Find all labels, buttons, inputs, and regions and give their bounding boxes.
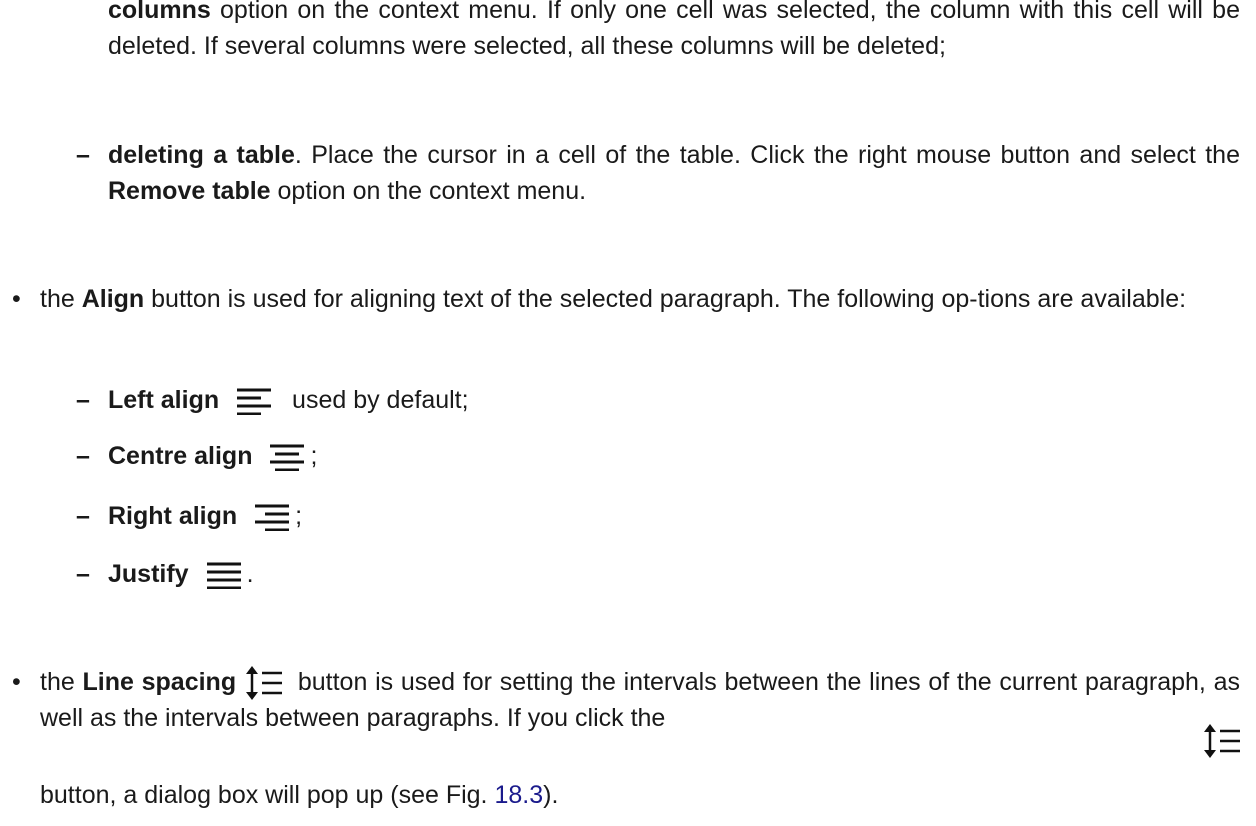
align-body: the Align button is used for aligning te… (40, 285, 1187, 313)
align-center-icon (270, 443, 305, 472)
line-spacing-body: the Line spacing button is used for sett… (40, 666, 1241, 733)
line-spacing-icon (1204, 724, 1240, 758)
document-page: columns option on the context menu. If o… (0, 0, 1256, 826)
delete-table-body: deleting a table. Place the cursor in a … (108, 141, 1240, 205)
left-align-term: Left align (108, 386, 220, 414)
align-term: Align (81, 285, 145, 313)
centre-align-term: Centre align (108, 442, 253, 470)
align-justify-icon (206, 561, 241, 590)
bullet-dot: • (12, 285, 21, 313)
list-dash: – (76, 141, 90, 169)
line-spacing-line3: button, a dialog box will pop up (see Fi… (40, 781, 559, 809)
line-spacing-term: Line spacing (82, 668, 237, 696)
align-right-icon (255, 503, 290, 532)
justify-term: Justify (108, 560, 189, 588)
remove-table-term: Remove table (108, 177, 271, 205)
delete-columns-paragraph: columns option on the context menu. If o… (108, 0, 1240, 64)
line-spacing-icon (246, 666, 283, 701)
align-left-icon (237, 387, 272, 416)
columns-term: columns (108, 0, 211, 24)
delete-table-term: deleting a table (108, 141, 295, 169)
delete-columns-text: option on the context menu. If only one … (108, 0, 1240, 60)
right-align-term: Right align (108, 502, 238, 530)
figure-link[interactable]: 18.3 (494, 781, 543, 809)
